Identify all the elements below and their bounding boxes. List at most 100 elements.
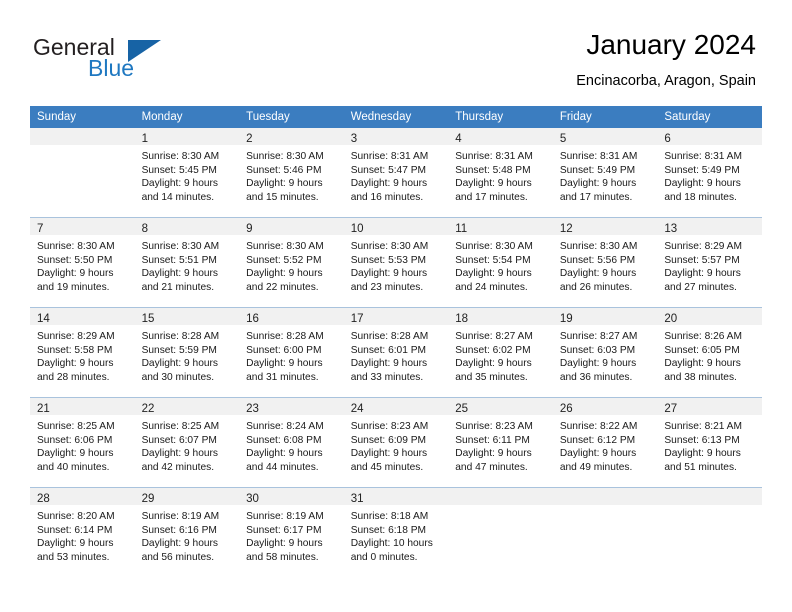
day-detail-sunset: Sunset: 6:14 PM bbox=[37, 524, 113, 536]
calendar-day-cell[interactable]: 7 Sunrise: 8:30 AM Sunset: 5:50 PM Daylight… bbox=[30, 217, 135, 308]
day-number: 12 bbox=[559, 223, 573, 235]
calendar-day-cell[interactable]: 4 Sunrise: 8:31 AM Sunset: 5:48 PM Daylight… bbox=[448, 128, 553, 218]
calendar-cell-empty bbox=[448, 487, 553, 577]
calendar-day-cell[interactable]: 15 Sunrise: 8:28 AM Sunset: 5:59 PM Dayligh… bbox=[134, 307, 240, 398]
day-detail-daylight1: Daylight: 9 hours bbox=[455, 358, 532, 370]
day-detail-daylight2: and 44 minutes. bbox=[246, 461, 319, 473]
day-detail-sunrise: Sunrise: 8:30 AM bbox=[246, 151, 324, 162]
day-detail-daylight2: and 33 minutes. bbox=[350, 371, 424, 383]
calendar-day-cell[interactable]: 22 Sunrise: 8:25 AM Sunset: 6:07 PM Dayligh… bbox=[134, 397, 240, 488]
day-detail-daylight2: and 17 minutes. bbox=[455, 191, 528, 203]
day-number: 9 bbox=[246, 223, 253, 235]
calendar-cell-empty bbox=[657, 487, 762, 577]
day-details: Sunrise: 8:27 AM Sunset: 6:02 PM Daylight:… bbox=[448, 325, 553, 384]
calendar-day-cell[interactable]: 16 Sunrise: 8:28 AM Sunset: 6:00 PM Dayligh… bbox=[239, 307, 344, 398]
day-details: Sunrise: 8:30 AM Sunset: 5:50 PM Daylight:… bbox=[30, 235, 135, 294]
day-detail-sunrise: Sunrise: 8:30 AM bbox=[455, 241, 533, 252]
day-number: 27 bbox=[664, 403, 678, 415]
day-detail-sunset: Sunset: 6:05 PM bbox=[664, 344, 740, 356]
day-number: 1 bbox=[141, 133, 148, 145]
day-detail-sunset: Sunset: 6:07 PM bbox=[141, 434, 217, 446]
day-details: Sunrise: 8:29 AM Sunset: 5:58 PM Daylight:… bbox=[30, 325, 135, 384]
calendar-day-cell[interactable]: 19 Sunrise: 8:27 AM Sunset: 6:03 PM Dayligh… bbox=[552, 307, 658, 398]
day-detail-daylight1: Daylight: 9 hours bbox=[559, 448, 637, 460]
day-number-bar: 20 bbox=[657, 308, 762, 325]
day-number-bar: 1 bbox=[134, 128, 240, 145]
day-detail-daylight2: and 21 minutes. bbox=[141, 281, 215, 293]
day-detail-sunrise: Sunrise: 8:30 AM bbox=[246, 241, 324, 252]
day-detail-daylight2: and 51 minutes. bbox=[664, 461, 737, 473]
day-detail-daylight2: and 0 minutes. bbox=[350, 551, 418, 563]
day-detail-daylight1: Daylight: 9 hours bbox=[350, 178, 428, 190]
calendar-day-cell[interactable]: 20 Sunrise: 8:26 AM Sunset: 6:05 PM Dayligh… bbox=[657, 307, 762, 398]
day-detail-sunrise: Sunrise: 8:23 AM bbox=[455, 421, 533, 432]
day-detail-daylight1: Daylight: 9 hours bbox=[455, 268, 532, 280]
day-detail-sunrise: Sunrise: 8:21 AM bbox=[664, 421, 742, 432]
calendar-week-row: 21 Sunrise: 8:25 AM Sunset: 6:06 PM Dayligh… bbox=[30, 397, 762, 488]
calendar-day-cell[interactable]: 14 Sunrise: 8:29 AM Sunset: 5:58 PM Dayligh… bbox=[30, 307, 135, 398]
day-details: Sunrise: 8:31 AM Sunset: 5:49 PM Daylight:… bbox=[553, 145, 658, 204]
calendar-day-cell[interactable]: 28 Sunrise: 8:20 AM Sunset: 6:14 PM Dayligh… bbox=[30, 487, 135, 577]
day-detail-sunset: Sunset: 6:00 PM bbox=[246, 344, 322, 356]
day-detail-daylight1: Daylight: 9 hours bbox=[246, 448, 323, 460]
calendar-day-cell[interactable]: 9 Sunrise: 8:30 AM Sunset: 5:52 PM Daylight… bbox=[239, 217, 344, 308]
day-detail-sunrise: Sunrise: 8:19 AM bbox=[246, 511, 324, 522]
calendar-day-cell[interactable]: 2 Sunrise: 8:30 AM Sunset: 5:46 PM Daylight… bbox=[239, 128, 344, 218]
calendar-day-cell[interactable]: 25 Sunrise: 8:23 AM Sunset: 6:11 PM Dayligh… bbox=[448, 397, 553, 488]
day-detail-sunset: Sunset: 6:13 PM bbox=[664, 434, 740, 446]
calendar-page: General Blue January 2024 Encinacorba, A… bbox=[0, 0, 792, 612]
day-number-bar: 18 bbox=[448, 308, 553, 325]
calendar-day-cell[interactable]: 11 Sunrise: 8:30 AM Sunset: 5:54 PM Dayligh… bbox=[448, 217, 553, 308]
day-detail-sunset: Sunset: 5:45 PM bbox=[141, 164, 217, 176]
calendar-day-cell[interactable]: 29 Sunrise: 8:19 AM Sunset: 6:16 PM Dayligh… bbox=[134, 487, 240, 577]
day-number: 17 bbox=[350, 313, 364, 325]
day-number-bar: 16 bbox=[239, 308, 344, 325]
day-detail-daylight1: Daylight: 10 hours bbox=[350, 538, 433, 550]
day-number-bar: 10 bbox=[343, 218, 449, 235]
calendar-cell-empty bbox=[30, 128, 135, 218]
calendar-day-cell[interactable]: 27 Sunrise: 8:21 AM Sunset: 6:13 PM Dayligh… bbox=[657, 397, 762, 488]
day-number: 8 bbox=[141, 223, 148, 235]
day-detail-sunset: Sunset: 5:58 PM bbox=[37, 344, 113, 356]
day-detail-sunset: Sunset: 5:57 PM bbox=[664, 254, 740, 266]
day-number: 23 bbox=[246, 403, 259, 415]
calendar-day-cell[interactable]: 6 Sunrise: 8:31 AM Sunset: 5:49 PM Daylight… bbox=[657, 128, 762, 218]
calendar-day-cell[interactable]: 30 Sunrise: 8:19 AM Sunset: 6:17 PM Dayligh… bbox=[239, 487, 344, 577]
calendar-day-cell[interactable]: 31 Sunrise: 8:18 AM Sunset: 6:18 PM Dayligh… bbox=[343, 487, 449, 577]
calendar-day-cell[interactable]: 17 Sunrise: 8:28 AM Sunset: 6:01 PM Dayligh… bbox=[343, 307, 449, 398]
calendar-day-cell[interactable]: 21 Sunrise: 8:25 AM Sunset: 6:06 PM Dayligh… bbox=[30, 397, 135, 488]
day-detail-daylight2: and 17 minutes. bbox=[559, 191, 633, 203]
day-number-bar: 28 bbox=[30, 488, 135, 505]
calendar-day-cell[interactable]: 3 Sunrise: 8:31 AM Sunset: 5:47 PM Daylight… bbox=[343, 128, 449, 218]
day-detail-daylight1: Daylight: 9 hours bbox=[350, 448, 428, 460]
day-detail-daylight1: Daylight: 9 hours bbox=[664, 448, 741, 460]
day-detail-sunrise: Sunrise: 8:18 AM bbox=[350, 511, 429, 522]
day-detail-sunrise: Sunrise: 8:31 AM bbox=[455, 151, 533, 162]
calendar-day-cell[interactable]: 5 Sunrise: 8:31 AM Sunset: 5:49 PM Daylight… bbox=[552, 128, 658, 218]
day-number-bar: 13 bbox=[657, 218, 762, 235]
day-number-bar bbox=[448, 488, 553, 505]
calendar-day-cell[interactable]: 1 Sunrise: 8:30 AM Sunset: 5:45 PM Daylight… bbox=[134, 128, 240, 218]
day-detail-daylight2: and 47 minutes. bbox=[455, 461, 528, 473]
day-detail-sunrise: Sunrise: 8:30 AM bbox=[559, 241, 638, 252]
day-number: 24 bbox=[350, 403, 364, 415]
calendar-day-cell[interactable]: 23 Sunrise: 8:24 AM Sunset: 6:08 PM Dayligh… bbox=[239, 397, 344, 488]
calendar-day-cell[interactable]: 26 Sunrise: 8:22 AM Sunset: 6:12 PM Dayligh… bbox=[552, 397, 658, 488]
day-detail-sunrise: Sunrise: 8:24 AM bbox=[246, 421, 324, 432]
day-details: Sunrise: 8:30 AM Sunset: 5:56 PM Daylight:… bbox=[553, 235, 658, 294]
day-details: Sunrise: 8:30 AM Sunset: 5:51 PM Daylight:… bbox=[135, 235, 240, 294]
day-number-bar: 23 bbox=[239, 398, 344, 415]
calendar-day-cell[interactable]: 18 Sunrise: 8:27 AM Sunset: 6:02 PM Dayligh… bbox=[448, 307, 553, 398]
calendar-day-cell[interactable]: 8 Sunrise: 8:30 AM Sunset: 5:51 PM Daylight… bbox=[134, 217, 240, 308]
day-detail-sunrise: Sunrise: 8:22 AM bbox=[559, 421, 638, 432]
day-detail-daylight1: Daylight: 9 hours bbox=[664, 358, 741, 370]
day-number: 14 bbox=[37, 313, 50, 325]
calendar-day-cell[interactable]: 24 Sunrise: 8:23 AM Sunset: 6:09 PM Dayligh… bbox=[343, 397, 449, 488]
calendar-day-cell[interactable]: 10 Sunrise: 8:30 AM Sunset: 5:53 PM Dayligh… bbox=[343, 217, 449, 308]
day-number: 5 bbox=[559, 133, 567, 145]
calendar-day-cell[interactable]: 13 Sunrise: 8:29 AM Sunset: 5:57 PM Dayligh… bbox=[657, 217, 762, 308]
calendar-day-cell[interactable]: 12 Sunrise: 8:30 AM Sunset: 5:56 PM Dayligh… bbox=[552, 217, 658, 308]
day-detail-sunset: Sunset: 5:47 PM bbox=[350, 164, 427, 176]
day-number-bar: 2 bbox=[239, 128, 344, 145]
day-number-bar: 8 bbox=[134, 218, 240, 235]
